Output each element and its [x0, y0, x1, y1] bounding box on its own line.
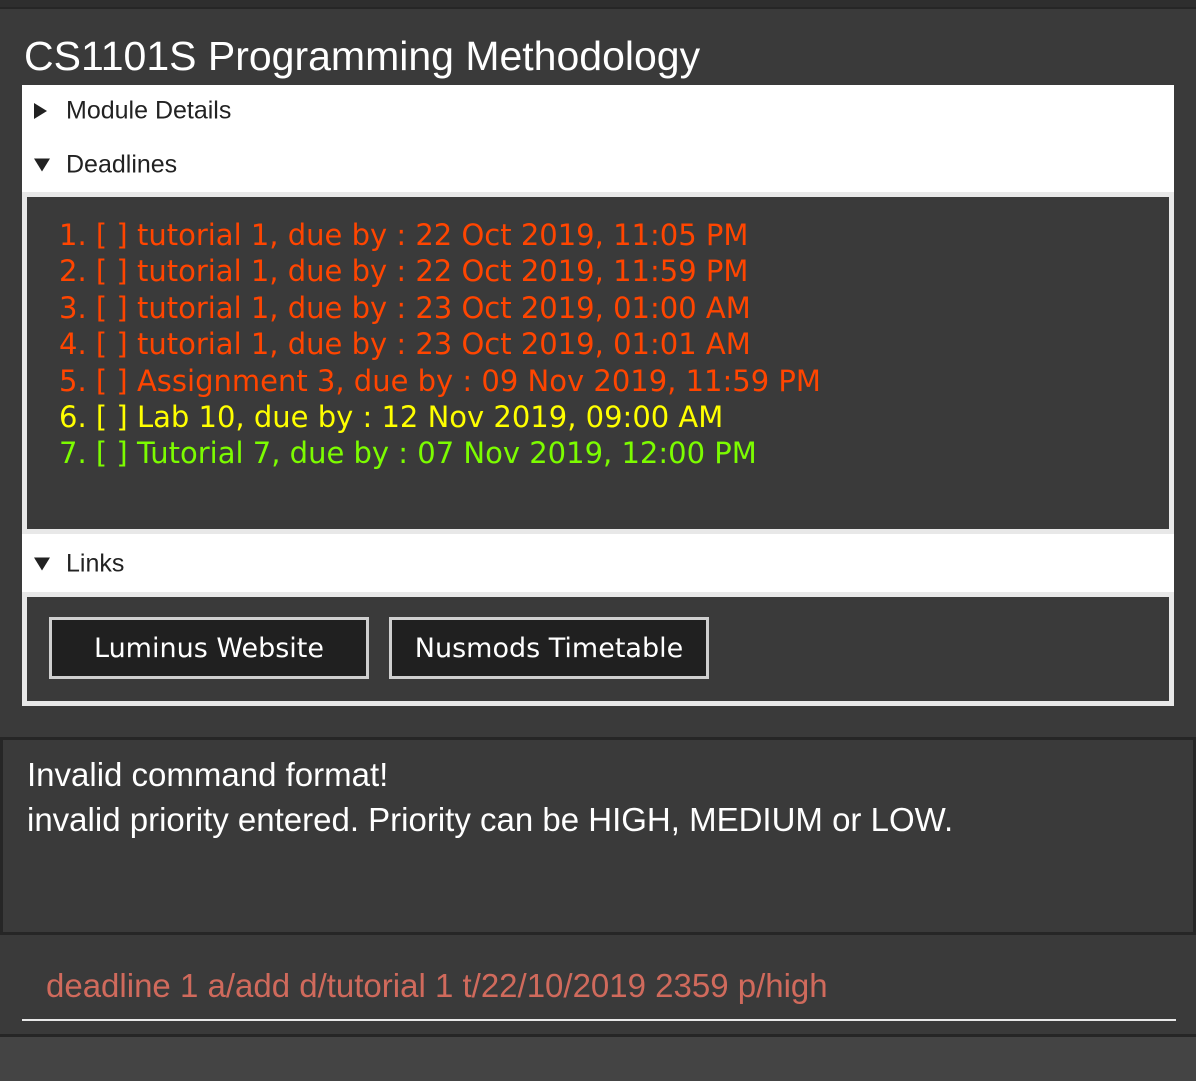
module-accordion: Module Details Deadlines 1. [ ] tutorial… — [22, 85, 1174, 706]
module-details-label: Module Details — [66, 96, 232, 125]
command-input[interactable] — [22, 953, 1176, 1021]
triangle-right-icon — [34, 103, 47, 119]
deadline-item: 5. [ ] Assignment 3, due by : 09 Nov 201… — [59, 363, 821, 398]
result-line-1: Invalid command format! — [27, 756, 389, 793]
links-label: Links — [66, 549, 125, 578]
deadlines-header[interactable]: Deadlines — [22, 139, 1174, 191]
result-line-2: invalid priority entered. Priority can b… — [27, 801, 954, 838]
deadlines-panel[interactable]: 1. [ ] tutorial 1, due by : 22 Oct 2019,… — [22, 192, 1174, 534]
window-top-edge — [0, 0, 1196, 9]
module-title: CS1101S Programming Methodology — [24, 33, 701, 79]
deadlines-label: Deadlines — [66, 150, 178, 179]
deadline-item: 2. [ ] tutorial 1, due by : 22 Oct 2019,… — [59, 254, 749, 289]
luminus-website-button[interactable]: Luminus Website — [49, 617, 369, 679]
status-bar — [0, 1034, 1196, 1081]
result-display[interactable]: Invalid command format! invalid priority… — [0, 737, 1196, 935]
module-details-header[interactable]: Module Details — [22, 85, 1174, 137]
triangle-down-icon — [34, 158, 50, 172]
deadline-list: 1. [ ] tutorial 1, due by : 22 Oct 2019,… — [27, 197, 1169, 472]
deadline-item: 7. [ ] Tutorial 7, due by : 07 Nov 2019,… — [59, 436, 757, 471]
deadline-item: 6. [ ] Lab 10, due by : 12 Nov 2019, 09:… — [59, 400, 724, 435]
links-header[interactable]: Links — [22, 538, 1174, 590]
links-panel: Luminus Website Nusmods Timetable — [22, 592, 1174, 706]
triangle-down-icon — [34, 557, 50, 571]
deadline-item: 4. [ ] tutorial 1, due by : 23 Oct 2019,… — [59, 327, 751, 362]
nusmods-timetable-button[interactable]: Nusmods Timetable — [389, 617, 709, 679]
command-box — [0, 935, 1196, 1037]
deadline-item: 1. [ ] tutorial 1, due by : 22 Oct 2019,… — [59, 218, 749, 252]
deadline-item: 3. [ ] tutorial 1, due by : 23 Oct 2019,… — [59, 290, 751, 325]
